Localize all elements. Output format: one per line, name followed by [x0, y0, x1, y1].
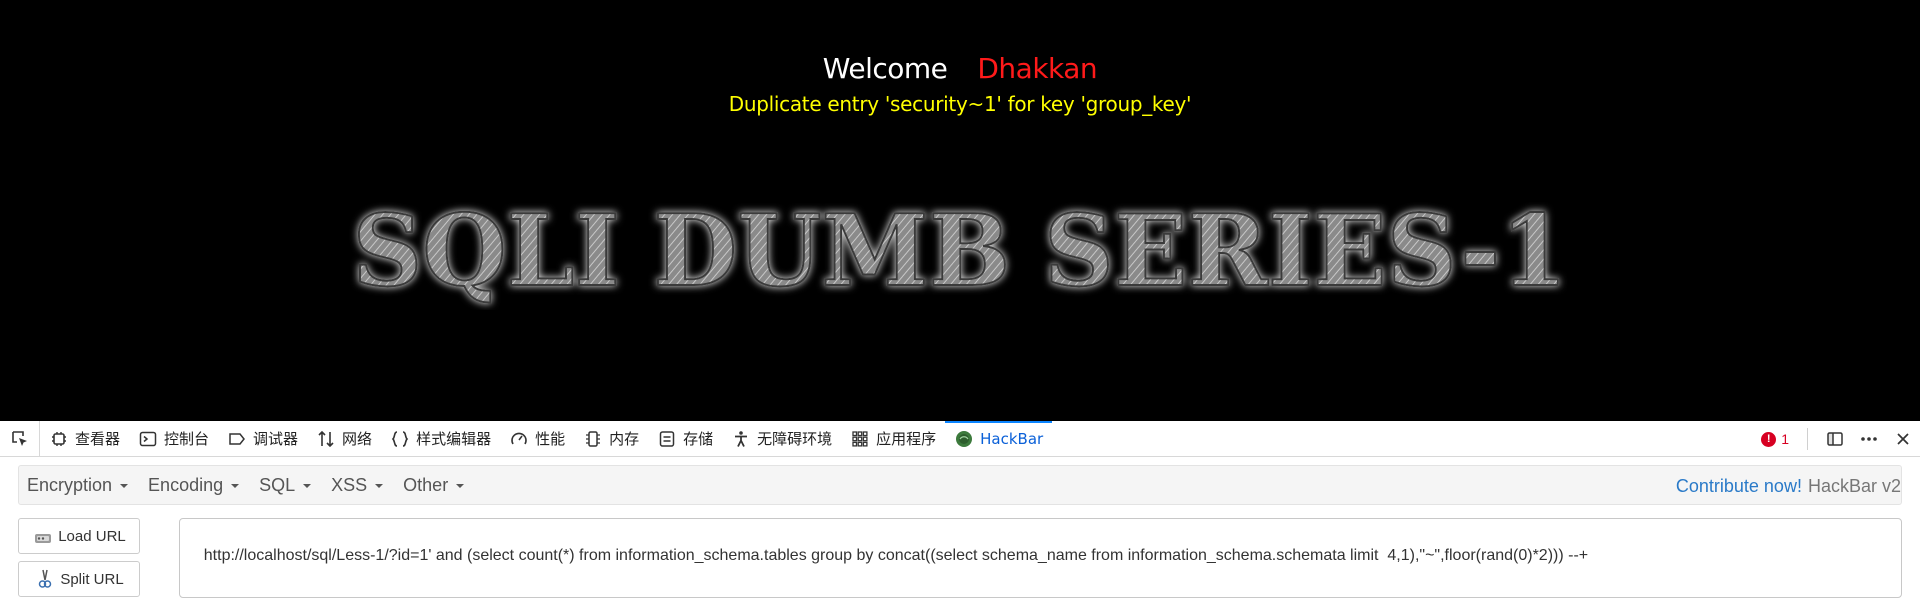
toolbar-separator [1807, 428, 1808, 450]
load-url-label: Load URL [58, 527, 126, 545]
tab-label: 无障碍环境 [757, 430, 833, 448]
devtools-toolbar-right: ! 1 [1761, 421, 1920, 457]
tab-hackbar[interactable]: HackBar [945, 420, 1053, 457]
tab-label: HackBar [980, 429, 1044, 448]
tab-label: 存储 [683, 430, 714, 448]
caret-down-icon [456, 484, 465, 488]
caret-down-icon [120, 484, 129, 488]
tab-console[interactable]: 控制台 [129, 421, 218, 457]
tab-label: 查看器 [75, 430, 121, 448]
inspector-icon [49, 429, 69, 449]
menu-encryption[interactable]: Encryption [19, 475, 140, 496]
tab-label: 内存 [609, 430, 640, 448]
menu-xss[interactable]: XSS [323, 475, 395, 496]
dock-icon [1827, 432, 1843, 446]
close-icon [1897, 433, 1909, 445]
sql-error-message: Duplicate entry 'security~1' for key 'gr… [728, 92, 1192, 116]
console-icon [138, 429, 158, 449]
tab-label: 应用程序 [876, 430, 937, 448]
dock-toggle-button[interactable] [1818, 421, 1852, 457]
hackbar-menu-bar: Encryption Encoding SQL XSS Other Contri… [18, 465, 1902, 505]
menu-label: Other [403, 474, 449, 495]
sqli-banner-image: SQLI DUMB SERIES-1 [352, 193, 1569, 310]
tab-label: 控制台 [164, 430, 210, 448]
menu-label: XSS [331, 474, 368, 495]
banner-text: SQLI DUMB SERIES-1 [353, 194, 1568, 309]
tab-storage[interactable]: 存储 [648, 421, 722, 457]
tab-debugger[interactable]: 调试器 [218, 421, 307, 457]
load-url-icon [32, 526, 54, 546]
error-icon: ! [1761, 431, 1777, 447]
menu-encoding[interactable]: Encoding [140, 475, 251, 496]
hackbar-icon [954, 429, 974, 449]
scissors-icon [34, 569, 56, 589]
tab-label: 样式编辑器 [416, 430, 492, 448]
devtools-panel: 查看器 控制台 调试器 网络 样式编辑器 性能 内存 存储 无障碍环境 应用程序… [0, 420, 1920, 598]
menu-other[interactable]: Other [395, 475, 476, 496]
close-devtools-button[interactable] [1886, 421, 1920, 457]
element-picker-button[interactable] [0, 420, 40, 457]
tab-label: 网络 [342, 430, 373, 448]
menu-label: SQL [259, 474, 296, 495]
contribute-area: Contribute now! HackBar v2 [1676, 466, 1901, 506]
tab-label: 性能 [535, 430, 566, 448]
memory-icon [583, 429, 603, 449]
welcome-line: Welcome Dhakkan [0, 52, 1920, 85]
menu-label: Encoding [148, 474, 224, 495]
caret-down-icon [231, 484, 240, 488]
contribute-link[interactable]: Contribute now! [1676, 476, 1802, 497]
tab-performance[interactable]: 性能 [500, 421, 574, 457]
hackbar-version: HackBar v2 [1807, 475, 1901, 496]
menu-label: Encryption [27, 474, 113, 495]
application-icon [850, 429, 870, 449]
tab-style-editor[interactable]: 样式编辑器 [381, 421, 500, 457]
menu-sql[interactable]: SQL [251, 475, 323, 496]
accessibility-icon [731, 429, 751, 449]
tab-network[interactable]: 网络 [307, 421, 381, 457]
welcome-text: Welcome [822, 52, 948, 85]
split-url-label: Split URL [60, 570, 124, 588]
error-count-badge[interactable]: ! 1 [1761, 431, 1789, 447]
page-viewport: Welcome Dhakkan Duplicate entry 'security… [0, 0, 1920, 421]
tab-application[interactable]: 应用程序 [841, 421, 945, 457]
picker-icon [11, 430, 27, 446]
tab-memory[interactable]: 内存 [574, 421, 648, 457]
devtools-tab-bar: 查看器 控制台 调试器 网络 样式编辑器 性能 内存 存储 无障碍环境 应用程序… [0, 420, 1920, 457]
tab-label: 调试器 [253, 430, 299, 448]
caret-down-icon [303, 484, 312, 488]
more-options-button[interactable] [1852, 421, 1886, 457]
url-text: http://localhost/sql/Less-1/?id=1' and (… [203, 547, 1589, 564]
ellipsis-icon [1861, 437, 1877, 441]
url-textarea[interactable]: http://localhost/sql/Less-1/?id=1' and (… [179, 518, 1902, 598]
network-icon [316, 429, 336, 449]
style-editor-icon [390, 429, 410, 449]
split-url-button[interactable]: Split URL [18, 561, 140, 597]
tab-inspector[interactable]: 查看器 [40, 421, 129, 457]
error-count: 1 [1781, 431, 1789, 447]
caret-down-icon [375, 484, 384, 488]
debugger-icon [227, 429, 247, 449]
load-url-button[interactable]: Load URL [18, 518, 140, 554]
storage-icon [657, 429, 677, 449]
tab-accessibility[interactable]: 无障碍环境 [722, 421, 841, 457]
user-name: Dhakkan [977, 52, 1098, 85]
performance-icon [509, 429, 529, 449]
